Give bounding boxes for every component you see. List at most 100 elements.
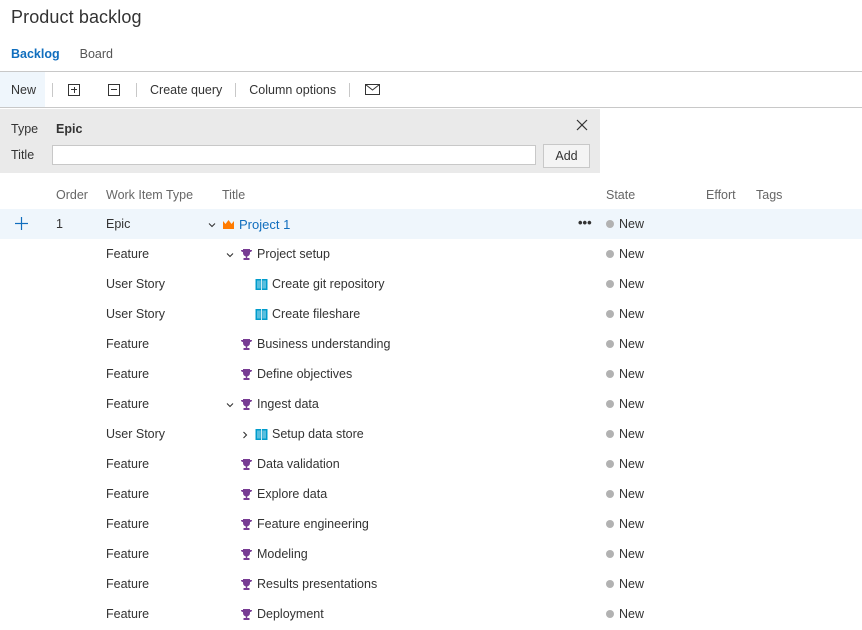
work-item-title-link[interactable]: Define objectives [257,367,352,381]
table-row[interactable]: Feature Deployment New [0,599,862,629]
table-row[interactable]: Feature Ingest data New [0,389,862,419]
column-header-tags[interactable]: Tags [756,188,782,202]
chevron-down-icon[interactable] [225,399,235,409]
title-input[interactable] [52,145,536,165]
cell-state: New [606,337,644,351]
cell-work-item-type: User Story [106,277,166,291]
collapse-all-button[interactable] [88,72,128,107]
collapse-all-icon [108,83,120,96]
work-item-title-link[interactable]: Ingest data [257,397,319,411]
trophy-icon [240,338,253,351]
cell-state: New [606,517,644,531]
trophy-icon [240,518,253,531]
cell-state: New [606,607,644,621]
work-item-title-link[interactable]: Data validation [257,457,340,471]
cell-title: Ingest data [225,394,319,414]
column-options-button[interactable]: Column options [243,72,342,107]
cell-title: Project setup [225,244,330,264]
cell-title: Project 1 [207,214,290,234]
table-row[interactable]: Feature Feature engineering New [0,509,862,539]
more-actions-icon[interactable]: ••• [578,215,592,230]
cell-state: New [606,547,644,561]
tab-board[interactable]: Board [80,47,113,61]
tab-backlog[interactable]: Backlog [11,47,60,61]
book-icon [255,428,268,441]
add-button[interactable]: Add [543,144,590,168]
state-label: New [619,577,645,591]
column-header-state[interactable]: State [606,188,635,202]
cell-title: Setup data store [240,424,364,444]
work-item-title-link[interactable]: Deployment [257,607,324,621]
state-label: New [619,457,645,471]
table-row[interactable]: User Story Create fileshare New [0,299,862,329]
toolbar-divider [235,82,237,97]
email-button[interactable] [357,72,388,107]
cell-work-item-type: Feature [106,487,150,501]
page-title: Product backlog [11,7,142,27]
state-label: New [619,367,645,381]
state-dot-icon [606,430,614,438]
create-query-button[interactable]: Create query [144,72,228,107]
state-dot-icon [606,370,614,378]
trophy-icon [240,248,253,261]
cell-work-item-type: Feature [106,397,150,411]
add-child-icon[interactable] [14,216,29,231]
trophy-icon [240,398,253,411]
table-row[interactable]: Feature Results presentations New [0,569,862,599]
mail-icon [365,84,381,95]
cell-state: New [606,277,644,291]
column-header-work-item-type[interactable]: Work Item Type [106,188,193,202]
expand-all-button[interactable] [60,72,88,107]
cell-work-item-type: Feature [106,517,150,531]
column-header-effort[interactable]: Effort [706,188,736,202]
grid-header: Order Work Item Type Title State Effort … [0,181,862,209]
state-dot-icon [606,550,614,558]
table-row[interactable]: Feature Project setup New [0,239,862,269]
cell-state: New [606,217,644,231]
state-label: New [619,487,645,501]
work-item-title-link[interactable]: Modeling [257,547,308,561]
work-item-title-link[interactable]: Business understanding [257,337,390,351]
chevron-right-icon[interactable] [240,429,250,439]
work-item-title-link[interactable]: Setup data store [272,427,364,441]
expand-all-icon [68,83,80,96]
close-icon[interactable] [575,118,589,132]
work-item-title-link[interactable]: Explore data [257,487,327,501]
work-item-title-link[interactable]: Feature engineering [257,517,369,531]
table-row[interactable]: User Story Setup data store New [0,419,862,449]
table-row[interactable]: Feature Business understanding New [0,329,862,359]
chevron-down-icon[interactable] [207,219,217,229]
table-row[interactable]: Feature Modeling New [0,539,862,569]
cell-work-item-type: Feature [106,577,150,591]
book-icon [255,308,268,321]
state-label: New [619,607,645,621]
cell-title: Create fileshare [240,304,360,324]
cell-work-item-type: User Story [106,307,166,321]
table-row[interactable]: 1 Epic Project 1 ••• New [0,209,862,239]
work-item-title-link[interactable]: Project 1 [239,217,290,232]
work-item-title-link[interactable]: Project setup [257,247,330,261]
chevron-down-icon[interactable] [225,249,235,259]
state-label: New [619,427,645,441]
type-value: Epic [56,122,83,136]
table-row[interactable]: User Story Create git repository New [0,269,862,299]
new-button[interactable]: New [0,72,45,107]
table-row[interactable]: Feature Data validation New [0,449,862,479]
cell-state: New [606,307,644,321]
column-header-order[interactable]: Order [56,188,88,202]
work-item-title-link[interactable]: Results presentations [257,577,377,591]
title-label: Title [11,148,35,162]
state-label: New [619,397,645,411]
state-dot-icon [606,610,614,618]
state-label: New [619,337,645,351]
state-dot-icon [606,310,614,318]
state-dot-icon [606,520,614,528]
table-row[interactable]: Feature Explore data New [0,479,862,509]
work-item-title-link[interactable]: Create git repository [272,277,385,291]
column-header-title[interactable]: Title [222,188,245,202]
table-row[interactable]: Feature Define objectives New [0,359,862,389]
trophy-icon [240,488,253,501]
work-item-title-link[interactable]: Create fileshare [272,307,360,321]
cell-title: Feature engineering [225,514,369,534]
backlog-grid: Order Work Item Type Title State Effort … [0,181,862,629]
